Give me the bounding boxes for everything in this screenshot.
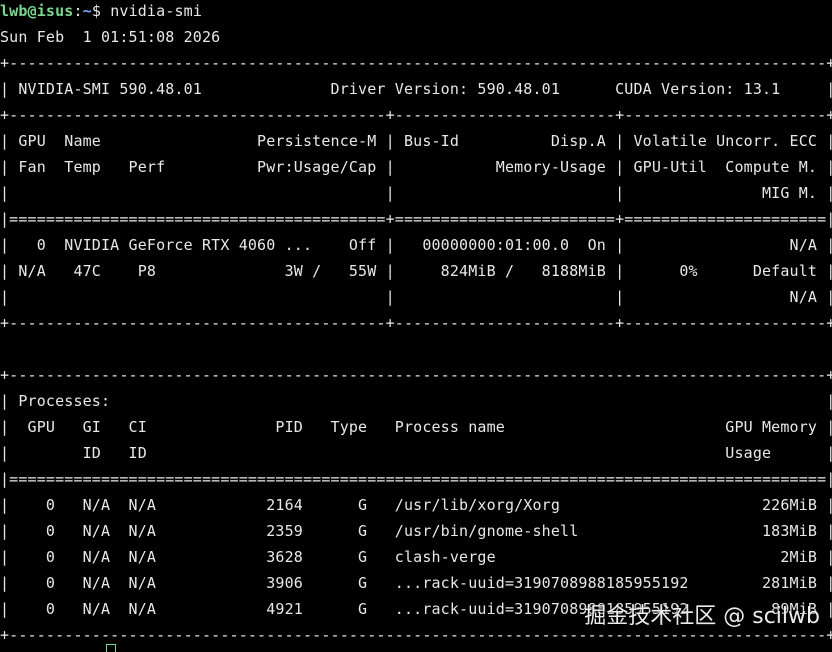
processes-header-2: | ID ID Usage | bbox=[0, 444, 832, 462]
processes-header-1: | GPU GI CI PID Type Process name GPU Me… bbox=[0, 418, 832, 436]
timestamp-line: Sun Feb 1 01:51:08 2026 bbox=[0, 28, 221, 46]
smi-top-border: +---------------------------------------… bbox=[0, 54, 832, 72]
process-row: | 0 N/A N/A 3906 G ...rack-uuid=31907089… bbox=[0, 574, 832, 592]
smi-header-row-2: | Fan Temp Perf Pwr:Usage/Cap | Memory-U… bbox=[0, 158, 832, 176]
process-row: | 0 N/A N/A 3628 G clash-verge 2MiB | bbox=[0, 548, 832, 566]
smi-bottom-border: +---------------------------------------… bbox=[0, 314, 832, 332]
smi-header-separator: +---------------------------------------… bbox=[0, 106, 832, 124]
process-row: | 0 N/A N/A 2359 G /usr/bin/gnome-shell … bbox=[0, 522, 832, 540]
prompt-separator: : bbox=[73, 2, 83, 20]
command-prompt-line: lwb@isus:~$ nvidia-smi bbox=[0, 0, 202, 24]
process-row: | 0 N/A N/A 2164 G /usr/lib/xorg/Xorg 22… bbox=[0, 496, 832, 514]
smi-gpu-row-2: | N/A 47C P8 3W / 55W | 824MiB / 8188MiB… bbox=[0, 262, 832, 280]
smi-gpu-row-3: | | | N/A | bbox=[0, 288, 832, 306]
prompt-user-host: lwb@isus bbox=[0, 2, 74, 20]
smi-gpu-row-1: | 0 NVIDIA GeForce RTX 4060 ... Off | 00… bbox=[0, 236, 832, 254]
watermark: 掘金技术社区 @ scilwb bbox=[584, 604, 820, 629]
prompt-command: nvidia-smi bbox=[110, 2, 203, 20]
terminal-cursor bbox=[106, 644, 116, 652]
smi-header-row-3: | | | MIG M. | bbox=[0, 184, 832, 202]
smi-double-separator: |=======================================… bbox=[0, 210, 832, 228]
terminal-window[interactable]: lwb@isus:~$ nvidia-smi Sun Feb 1 01:51:0… bbox=[0, 0, 832, 652]
processes-double-separator: |=======================================… bbox=[0, 470, 832, 488]
prompt-path: ~ bbox=[82, 2, 92, 20]
processes-top-border: +---------------------------------------… bbox=[0, 366, 832, 384]
smi-version-row: | NVIDIA-SMI 590.48.01 Driver Version: 5… bbox=[0, 80, 832, 98]
prompt-symbol: $ bbox=[91, 2, 111, 20]
smi-header-row-1: | GPU Name Persistence-M | Bus-Id Disp.A… bbox=[0, 132, 832, 150]
processes-title: | Processes: | bbox=[0, 392, 832, 410]
